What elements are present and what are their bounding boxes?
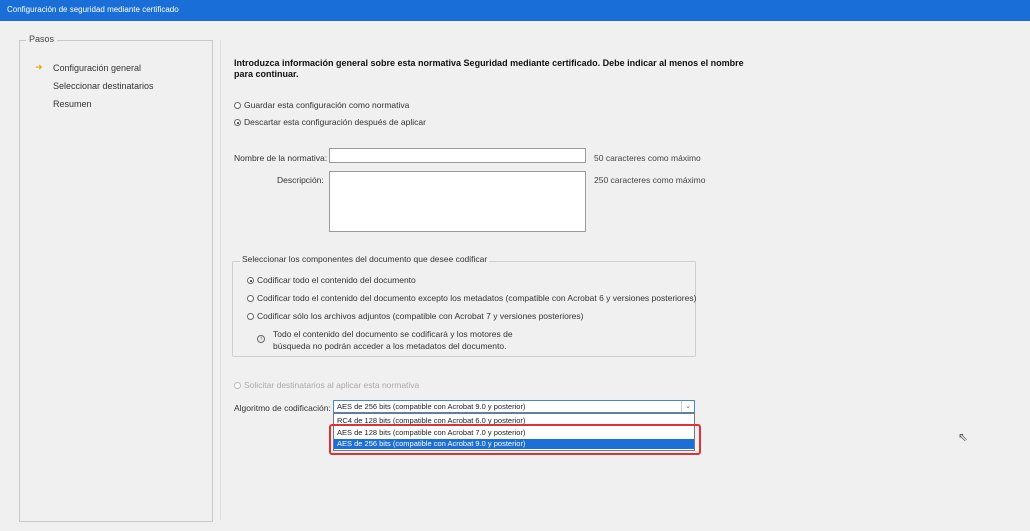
save-as-policy-radio[interactable]: Guardar esta configuración como normativ… <box>234 100 409 110</box>
radio-icon <box>247 313 254 321</box>
radio-icon <box>247 295 254 303</box>
encrypt-all-label: Codificar todo el contenido del document… <box>257 275 416 285</box>
radio-icon <box>234 102 241 110</box>
intro-text: Introduzca información general sobre est… <box>234 58 744 79</box>
steps-title: Pasos <box>26 34 58 44</box>
encrypt-all-radio[interactable]: Codificar todo el contenido del document… <box>247 275 416 285</box>
algorithm-label: Algoritmo de codificación: <box>234 403 331 413</box>
steps-panel <box>19 40 213 522</box>
policy-name-hint: 50 caracteres como máximo <box>594 153 701 163</box>
components-group-title: Seleccionar los componentes del document… <box>240 254 490 264</box>
encrypt-attachments-label: Codificar sólo los archivos adjuntos (co… <box>257 311 584 321</box>
description-hint: 250 caracteres como máximo <box>594 175 706 185</box>
annotation-highlight <box>329 424 701 455</box>
description-field[interactable] <box>329 171 586 232</box>
info-icon: i <box>257 335 265 343</box>
chevron-down-icon[interactable]: ⌄ <box>681 401 694 412</box>
algorithm-selected-value: AES de 256 bits (compatible con Acrobat … <box>337 402 526 411</box>
mouse-cursor-icon: ⇖ <box>958 430 969 444</box>
discard-config-label: Descartar esta configuración después de … <box>244 117 426 127</box>
encrypt-attachments-radio[interactable]: Codificar sólo los archivos adjuntos (co… <box>247 311 583 321</box>
discard-config-radio[interactable]: Descartar esta configuración después de … <box>234 117 426 127</box>
step-general-config[interactable]: Configuración general <box>53 63 141 73</box>
save-as-policy-label: Guardar esta configuración como normativ… <box>244 100 410 110</box>
radio-checked-icon <box>234 119 241 127</box>
ask-recipients-label: Solicitar destinatarios al aplicar esta … <box>244 380 420 390</box>
policy-name-label: Nombre de la normativa: <box>234 153 328 163</box>
step-summary[interactable]: Resumen <box>53 99 92 109</box>
algorithm-dropdown[interactable]: AES de 256 bits (compatible con Acrobat … <box>333 400 695 413</box>
encrypt-except-metadata-radio[interactable]: Codificar todo el contenido del document… <box>247 293 696 303</box>
description-label: Descripción: <box>277 175 324 185</box>
radio-checked-icon <box>247 277 254 285</box>
radio-disabled-icon <box>234 382 241 390</box>
title-bar: Configuración de seguridad mediante cert… <box>0 0 1030 21</box>
info-text-line1: Todo el contenido del documento se codif… <box>273 329 513 339</box>
info-text-line2: búsqueda no podrán acceder a los metadat… <box>273 341 507 351</box>
current-step-arrow-icon: ➜ <box>35 62 43 72</box>
step-select-recipients[interactable]: Seleccionar destinatarios <box>53 81 154 91</box>
window-title: Configuración de seguridad mediante cert… <box>7 5 179 14</box>
ask-recipients-option[interactable]: Solicitar destinatarios al aplicar esta … <box>234 380 419 390</box>
encrypt-except-metadata-label: Codificar todo el contenido del document… <box>257 293 697 303</box>
policy-name-field[interactable] <box>329 148 586 163</box>
